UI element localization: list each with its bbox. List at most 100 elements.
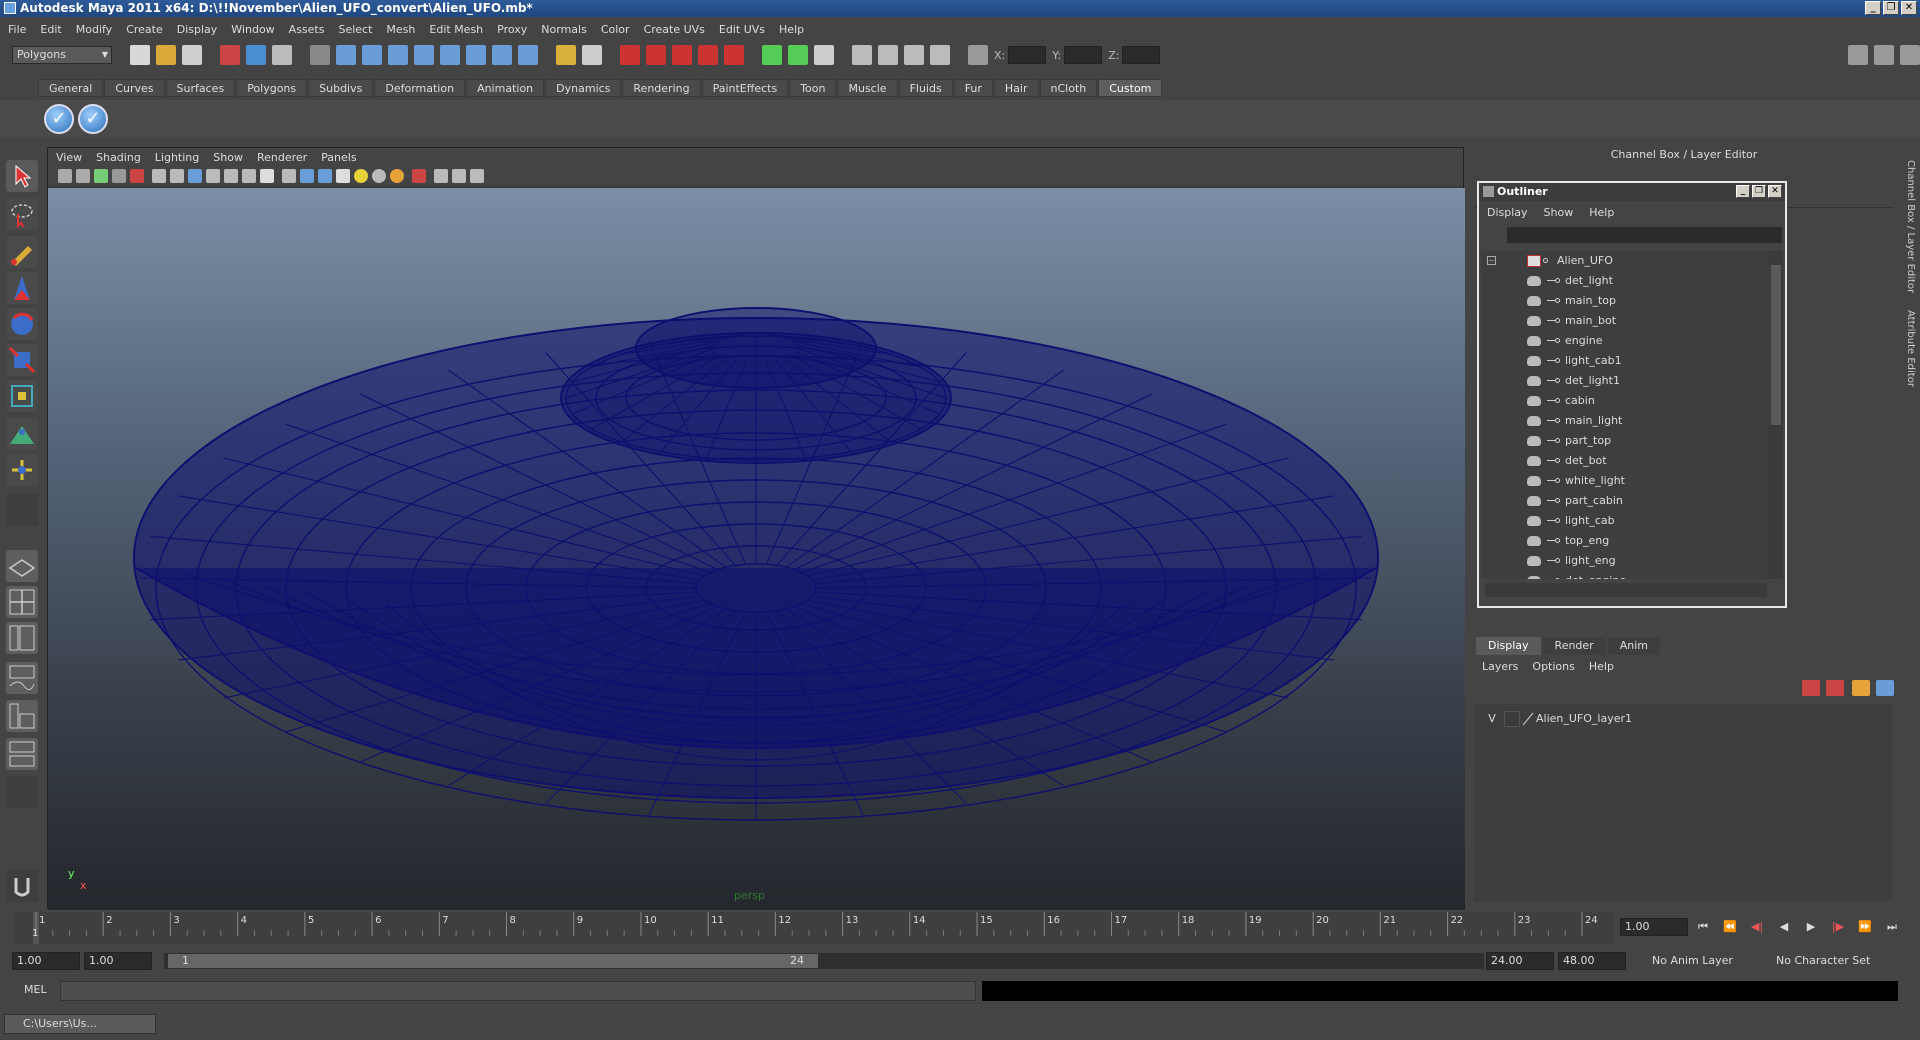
minimize-button[interactable]: _	[1865, 1, 1881, 15]
last-used-tool-icon[interactable]	[6, 494, 38, 526]
render-current-frame-icon[interactable]	[620, 45, 640, 65]
outliner-item[interactable]: det_light	[1481, 271, 1769, 291]
menu-color[interactable]: Color	[601, 23, 630, 36]
outliner-item[interactable]: part_cabin	[1481, 491, 1769, 511]
snap-point-icon[interactable]	[388, 45, 408, 65]
textured-icon[interactable]	[336, 169, 350, 183]
xray-icon[interactable]	[434, 169, 448, 183]
viewport-menu-show[interactable]: Show	[213, 151, 243, 164]
shelf-tab-hair[interactable]: Hair	[993, 79, 1039, 97]
shelf-tab-dynamics[interactable]: Dynamics	[545, 79, 622, 97]
viewport-menu-panels[interactable]: Panels	[321, 151, 356, 164]
layer-visibility-toggle[interactable]: V	[1484, 711, 1500, 727]
range-track[interactable]: 1 24	[164, 953, 1484, 969]
shelf-tab-deformation[interactable]: Deformation	[374, 79, 466, 97]
layer-menu-help[interactable]: Help	[1589, 660, 1614, 673]
coord-y-field[interactable]	[1064, 46, 1103, 64]
outliner-menu-show[interactable]: Show	[1544, 206, 1574, 219]
single-perspective-layout-icon[interactable]	[6, 550, 38, 582]
toggle-tool-settings-icon[interactable]	[1874, 45, 1894, 65]
snap-curve-icon[interactable]	[362, 45, 382, 65]
outliner-vertical-scrollbar[interactable]	[1769, 251, 1783, 579]
ipr-render-icon[interactable]	[646, 45, 666, 65]
coord-z-field[interactable]	[1122, 46, 1161, 64]
outliner-minimize-button[interactable]: _	[1736, 185, 1750, 198]
four-view-layout-icon[interactable]	[6, 586, 38, 618]
viewport-menu-renderer[interactable]: Renderer	[257, 151, 307, 164]
coord-x-field[interactable]	[1008, 46, 1047, 64]
snap-magnet-icon[interactable]	[6, 870, 38, 902]
toggle-attribute-editor-icon[interactable]	[1848, 45, 1868, 65]
step-back-frame-icon[interactable]: ⏪	[1721, 920, 1739, 934]
pivot-mode-icon[interactable]	[930, 45, 950, 65]
viewport-menu-shading[interactable]: Shading	[96, 151, 141, 164]
snap-live-surface-icon[interactable]	[440, 45, 460, 65]
sidebar-toggle-icon[interactable]	[814, 45, 834, 65]
outliner-item[interactable]: light_eng	[1481, 551, 1769, 571]
layer-tab-anim[interactable]: Anim	[1607, 637, 1660, 655]
render-settings-icon[interactable]	[672, 45, 692, 65]
layer-menu-options[interactable]: Options	[1532, 660, 1574, 673]
go-to-start-icon[interactable]: ⏮	[1694, 920, 1712, 934]
image-plane-icon[interactable]	[112, 169, 126, 183]
shelf-tab-curves[interactable]: Curves	[104, 79, 165, 97]
shelf-tab-subdivs[interactable]: Subdivs	[308, 79, 374, 97]
select-camera-icon[interactable]	[58, 169, 72, 183]
go-to-end-icon[interactable]: ⏭	[1883, 920, 1901, 934]
outliner-item[interactable]: engine	[1481, 331, 1769, 351]
bookmark-icon[interactable]	[94, 169, 108, 183]
outliner-item[interactable]: det_light1	[1481, 371, 1769, 391]
check-icon[interactable]: ✓	[44, 104, 74, 134]
layer-row[interactable]: V Alien_UFO_layer1	[1478, 710, 1888, 728]
shelf-tab-surfaces[interactable]: Surfaces	[165, 79, 236, 97]
side-tab-attribute-editor[interactable]: Attribute Editor	[1900, 310, 1916, 387]
playback-end-field[interactable]: 24.00	[1486, 952, 1554, 970]
selection-mask-icon[interactable]	[310, 45, 330, 65]
animation-start-field[interactable]: 1.00	[12, 952, 80, 970]
snap-grid-icon[interactable]	[336, 45, 356, 65]
shelf-tab-muscle[interactable]: Muscle	[837, 79, 898, 97]
hypershade-perspective-layout-icon[interactable]	[6, 700, 38, 732]
shelf-tab-custom[interactable]: Custom	[1098, 79, 1163, 97]
select-by-component-icon[interactable]	[272, 45, 292, 65]
outliner-item[interactable]: light_cab	[1481, 511, 1769, 531]
2d-pan-zoom-icon[interactable]	[130, 169, 144, 183]
restore-button[interactable]: ❐	[1883, 1, 1899, 15]
lasso-tool-icon[interactable]	[6, 198, 38, 230]
close-button[interactable]: ✕	[1901, 1, 1917, 15]
perspective-outliner-layout-icon[interactable]	[6, 622, 38, 654]
select-tool-icon[interactable]	[6, 160, 38, 192]
menu-proxy[interactable]: Proxy	[497, 23, 527, 36]
side-tab-channel-box[interactable]: Channel Box / Layer Editor	[1900, 160, 1916, 293]
shelf-tab-general[interactable]: General	[38, 79, 104, 97]
scrollbar-thumb[interactable]	[1771, 265, 1781, 425]
resolution-gate-icon[interactable]	[188, 169, 202, 183]
character-set-dropdown[interactable]: No Character Set	[1772, 952, 1892, 970]
open-scene-icon[interactable]	[156, 45, 176, 65]
animation-end-field[interactable]: 48.00	[1558, 952, 1626, 970]
shelf-tab-toon[interactable]: Toon	[789, 79, 837, 97]
input-mode-icon[interactable]	[762, 45, 782, 65]
render-view-icon[interactable]	[724, 45, 744, 65]
outliner-menu-help[interactable]: Help	[1589, 206, 1614, 219]
numeric-input-icon[interactable]	[878, 45, 898, 65]
menu-create-uvs[interactable]: Create UVs	[644, 23, 705, 36]
outliner-item[interactable]: top_eng	[1481, 531, 1769, 551]
menu-normals[interactable]: Normals	[541, 23, 587, 36]
create-layer-icon[interactable]	[1852, 680, 1870, 696]
wireframe-on-shaded-icon[interactable]	[318, 169, 332, 183]
menu-help[interactable]: Help	[779, 23, 804, 36]
transform-mode-icon[interactable]	[904, 45, 924, 65]
anim-layer-dropdown[interactable]: No Anim Layer	[1648, 952, 1758, 970]
outliner-item[interactable]: main_light	[1481, 411, 1769, 431]
viewport-menu-lighting[interactable]: Lighting	[155, 151, 199, 164]
outliner-maximize-button[interactable]: ❐	[1752, 185, 1766, 198]
menu-window[interactable]: Window	[231, 23, 274, 36]
outliner-item[interactable]: det_engine	[1481, 571, 1769, 579]
time-slider[interactable]: 1 2 3 4 5 6 7 8 9 10 11 12 13 14 15 16 17 18 19 20 21 22 23 24 …	[14, 912, 1614, 944]
menu-edit[interactable]: Edit	[40, 23, 61, 36]
output-mode-icon[interactable]	[788, 45, 808, 65]
help-question-icon[interactable]	[518, 45, 538, 65]
current-time-field[interactable]: 1.00	[1620, 918, 1688, 936]
layer-menu-layers[interactable]: Layers	[1482, 660, 1518, 673]
